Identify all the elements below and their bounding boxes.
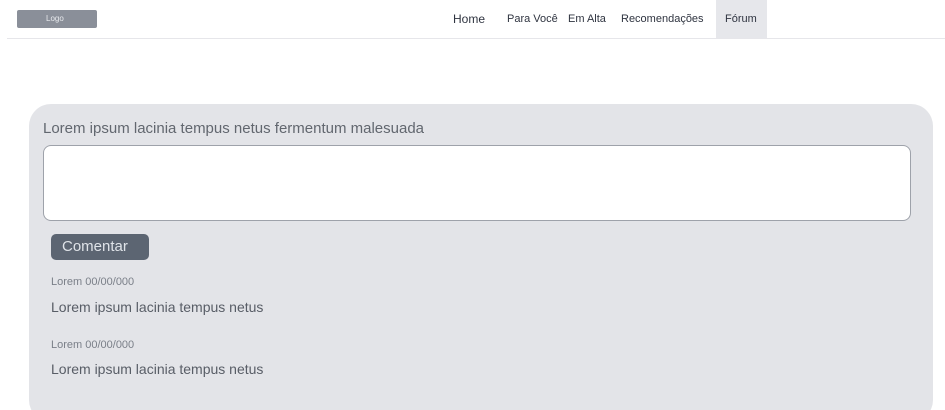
nav-forum[interactable]: Fórum — [716, 0, 767, 39]
nav-recomendacoes[interactable]: Recomendações — [621, 0, 704, 39]
comment-button[interactable]: Comentar — [51, 234, 149, 260]
header-divider — [7, 38, 945, 39]
forum-prompt: Lorem ipsum lacinia tempus netus ferment… — [43, 120, 425, 137]
nav-em-alta[interactable]: Em Alta — [568, 0, 606, 39]
logo[interactable]: Logo — [17, 10, 97, 28]
post-text: Lorem ipsum lacinia tempus netus — [51, 299, 264, 315]
nav-home[interactable]: Home — [453, 0, 485, 39]
post-meta: Lorem 00/00/000 — [51, 339, 135, 351]
post-text: Lorem ipsum lacinia tempus netus — [51, 361, 264, 377]
nav-para-voce[interactable]: Para Você — [507, 0, 558, 39]
post-meta: Lorem 00/00/000 — [51, 276, 135, 288]
top-navigation-bar: Logo Home Para Você Em Alta Recomendaçõe… — [0, 0, 945, 39]
comment-input[interactable] — [43, 145, 911, 221]
